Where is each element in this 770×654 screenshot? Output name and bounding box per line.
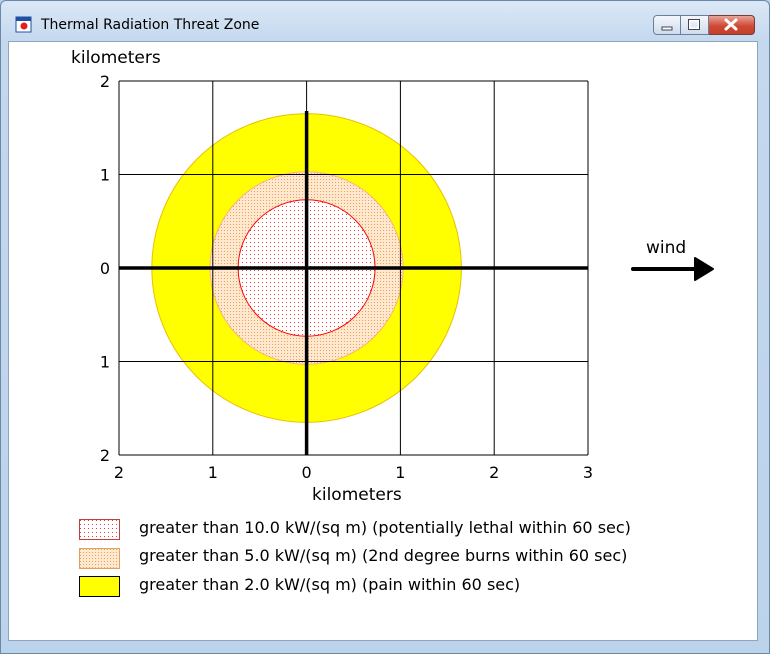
x-tick-label: 1 [395,463,405,482]
legend-label-lethal: greater than 10.0 kW/(sq m) (potentially… [139,518,631,537]
wind-arrow-icon [631,257,714,281]
x-tick-label: 2 [489,463,499,482]
x-axis-label: kilometers [312,485,402,505]
y-axis-label: kilometers [71,48,161,68]
legend-swatch-burns [79,548,120,569]
threat-zone-plot: 210122 1 0 1 2 3 kilometers kilometers wind [71,48,714,505]
wind-label: wind [646,238,686,258]
x-tick-label: 2 [114,463,124,482]
y-tick-label: 1 [100,166,110,185]
x-tick-label: 1 [208,463,218,482]
y-tick-label: 1 [100,353,110,372]
y-tick-label: 0 [100,259,110,278]
x-tick-label: 3 [583,463,593,482]
legend-swatch-lethal [79,519,120,540]
y-tick-label: 2 [100,446,110,465]
app-window: Thermal Radiation Threat Zone 2 1 0 1 2 … [0,0,770,654]
x-tick-label: 0 [302,463,312,482]
y-tick-label: 2 [100,72,110,91]
legend-label-burns: greater than 5.0 kW/(sq m) (2nd degree b… [139,546,628,565]
legend-swatch-pain [79,576,120,597]
legend-label-pain: greater than 2.0 kW/(sq m) (pain within … [139,575,521,594]
